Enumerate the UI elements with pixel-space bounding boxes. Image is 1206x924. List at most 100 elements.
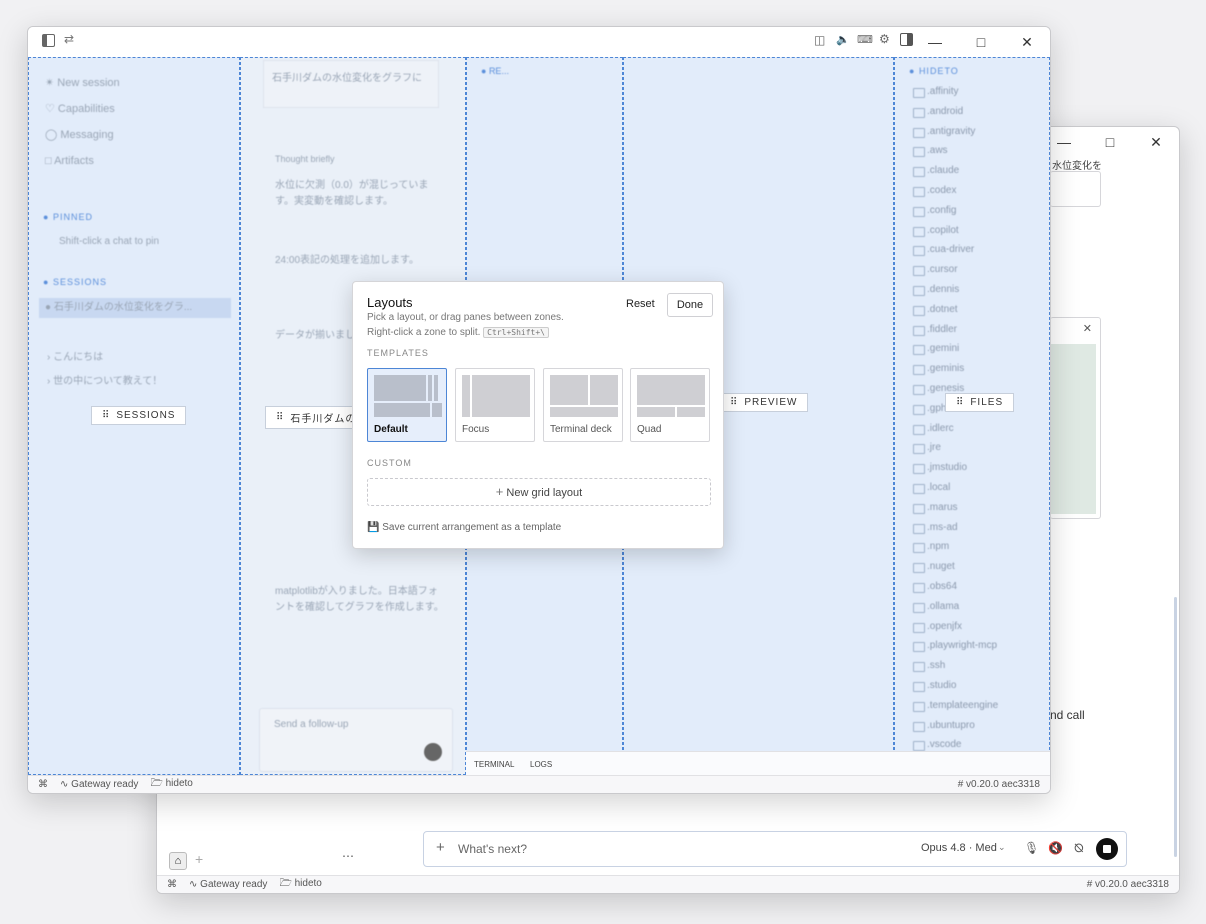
file-tree-item[interactable]: .antigravity <box>909 122 1045 142</box>
command-icon[interactable]: ⌘ <box>38 779 48 790</box>
messaging-item[interactable]: ◯ Messaging <box>45 122 120 148</box>
stop-button[interactable] <box>1096 838 1118 860</box>
file-tree-item[interactable]: .jmstudio <box>909 458 1045 478</box>
folder-status[interactable]: 🗁 hideto <box>279 876 321 893</box>
template-quad[interactable]: Quad <box>630 368 710 442</box>
file-tree-item[interactable]: .gemini <box>909 339 1045 359</box>
file-tree-item[interactable]: .claude <box>909 161 1045 181</box>
sidebar-toggle-icon[interactable] <box>42 34 55 47</box>
file-tree-item[interactable]: .cursor <box>909 260 1045 280</box>
file-tree-item[interactable]: .openjfx <box>909 617 1045 637</box>
keyboard-icon[interactable]: ⌨ <box>857 33 873 46</box>
file-tree-item[interactable]: .local <box>909 478 1045 498</box>
save-icon: 💾 <box>367 522 380 533</box>
version-label: # v0.20.0 aec3318 <box>957 779 1040 790</box>
file-tree-item[interactable]: .studio <box>909 676 1045 696</box>
preview-tab[interactable]: ● RE... <box>481 66 509 76</box>
file-tree-item[interactable]: .ssh <box>909 656 1045 676</box>
back-scrollbar[interactable] <box>1174 597 1177 857</box>
plus-icon: + <box>495 484 504 499</box>
file-tree-item[interactable]: .idlerc <box>909 419 1045 439</box>
zone-handle-files[interactable]: ⠿ FILES <box>945 393 1015 412</box>
file-tree: .affinity .android .antigravity .aws .claude… <box>909 82 1045 775</box>
gear-icon[interactable]: ⚙ <box>879 32 890 46</box>
mic-icon[interactable]: 🎙 <box>1024 841 1039 855</box>
session-item-active[interactable]: ● 石手川ダムの水位変化をグラ... <box>39 298 231 318</box>
done-button[interactable]: Done <box>667 293 713 317</box>
file-tree-item[interactable]: .ubuntupro <box>909 716 1045 736</box>
thought-label[interactable]: Thought briefly <box>275 154 335 164</box>
file-tree-item[interactable]: .obs64 <box>909 577 1045 597</box>
close-icon[interactable]: ✕ <box>1004 34 1050 51</box>
file-tree-item[interactable]: .nuget <box>909 557 1045 577</box>
chat-composer[interactable]: Send a follow-up <box>259 708 453 772</box>
swap-icon[interactable]: ⇄ <box>64 32 74 46</box>
model-selector[interactable]: Opus 4.8 · Med <box>921 842 997 854</box>
file-tree-item[interactable]: .templateengine <box>909 696 1045 716</box>
file-tree-item[interactable]: .android <box>909 102 1045 122</box>
save-template-button[interactable]: 💾 Save current arrangement as a template <box>367 522 561 533</box>
file-tree-item[interactable]: .geminis <box>909 359 1045 379</box>
send-stop-button[interactable] <box>424 743 442 761</box>
file-tree-item[interactable]: .ms-ad <box>909 518 1045 538</box>
file-tree-item[interactable]: .aws <box>909 141 1045 161</box>
file-tree-item[interactable]: .npm <box>909 537 1045 557</box>
maximize-icon[interactable]: □ <box>958 34 1004 50</box>
back-composer[interactable]: + What's next? Opus 4.8 · Med ⌄ 🎙 🔇 ⦰ <box>423 831 1127 867</box>
template-default[interactable]: Default <box>367 368 447 442</box>
file-tree-item[interactable]: .fiddler <box>909 320 1045 340</box>
panel-title: Layouts <box>367 295 413 310</box>
new-grid-button[interactable]: + New grid layout <box>367 478 711 506</box>
tab-terminal[interactable]: TERMINAL <box>474 760 514 769</box>
close-icon[interactable]: ✕ <box>1133 134 1179 151</box>
plus-icon[interactable]: + <box>436 839 445 856</box>
session-item[interactable]: › 世の中について教えて！ <box>47 372 162 387</box>
file-tree-item[interactable]: .ollama <box>909 597 1045 617</box>
drag-handle-icon: ⠿ <box>276 412 285 423</box>
back-input-box[interactable] <box>1050 171 1101 207</box>
shortcut-badge: Ctrl+Shift+\ <box>483 327 549 338</box>
folder-status[interactable]: 🗁 hideto <box>150 776 192 793</box>
file-tree-item[interactable]: .config <box>909 201 1045 221</box>
zone-handle-preview[interactable]: ⠿ PREVIEW <box>719 393 809 412</box>
activity-icon: ∿ <box>60 779 69 790</box>
maximize-icon[interactable]: □ <box>1087 134 1133 150</box>
search-input[interactable] <box>43 182 223 196</box>
file-tree-item[interactable]: .cua-driver <box>909 240 1045 260</box>
more-icon[interactable]: ⋯ <box>342 849 354 863</box>
home-button[interactable]: ⌂ <box>169 852 187 870</box>
zone-sessions[interactable]: ✴ New session ♡ Capabilities ◯ Messaging… <box>28 57 240 775</box>
file-tree-item[interactable]: .affinity <box>909 82 1045 102</box>
reset-button[interactable]: Reset <box>626 298 655 310</box>
ear-off-icon[interactable]: ⦰ <box>1074 841 1084 856</box>
minimize-icon[interactable]: — <box>912 34 958 50</box>
folder-icon: 🗁 <box>150 778 163 789</box>
add-icon[interactable]: + <box>195 851 203 867</box>
back-status-bar: ⌘ ∿ Gateway ready 🗁 hideto # v0.20.0 aec… <box>157 875 1179 893</box>
zone-files[interactable]: ● HIDETO .affinity .android .antigravity .a… <box>894 57 1050 775</box>
file-tree-item[interactable]: .marus <box>909 498 1045 518</box>
card-close-icon[interactable]: ✕ <box>1083 322 1092 335</box>
command-icon[interactable]: ⌘ <box>167 879 177 890</box>
chat-msg: matplotlibが入りました。日本語フォントを確認してグラフを作成します。 <box>275 586 444 613</box>
drag-handle-icon: ⠿ <box>730 397 739 408</box>
file-tree-item[interactable]: .jre <box>909 438 1045 458</box>
tab-logs[interactable]: LOGS <box>530 760 552 769</box>
file-tree-item[interactable]: .copilot <box>909 221 1045 241</box>
file-tree-item[interactable]: .dennis <box>909 280 1045 300</box>
file-tree-item[interactable]: .dotnet <box>909 300 1045 320</box>
zone-handle-sessions[interactable]: ⠿ SESSIONS <box>91 406 187 425</box>
new-session-item[interactable]: ✴ New session <box>45 70 120 96</box>
back-text-snippet: nd call <box>1050 708 1085 722</box>
template-focus[interactable]: Focus <box>455 368 535 442</box>
session-item[interactable]: › こんにちは <box>47 348 103 363</box>
volume-icon[interactable]: 🔈 <box>836 33 850 46</box>
file-tree-item[interactable]: .codex <box>909 181 1045 201</box>
mute-icon[interactable]: 🔇 <box>1048 841 1063 855</box>
template-terminal-deck[interactable]: Terminal deck <box>543 368 623 442</box>
chevron-down-icon[interactable]: ⌄ <box>998 842 1006 853</box>
file-tree-item[interactable]: .playwright-mcp <box>909 636 1045 656</box>
layout-icon[interactable]: ◫ <box>814 33 825 47</box>
capabilities-item[interactable]: ♡ Capabilities <box>45 96 120 122</box>
artifacts-item[interactable]: □ Artifacts <box>45 148 120 174</box>
